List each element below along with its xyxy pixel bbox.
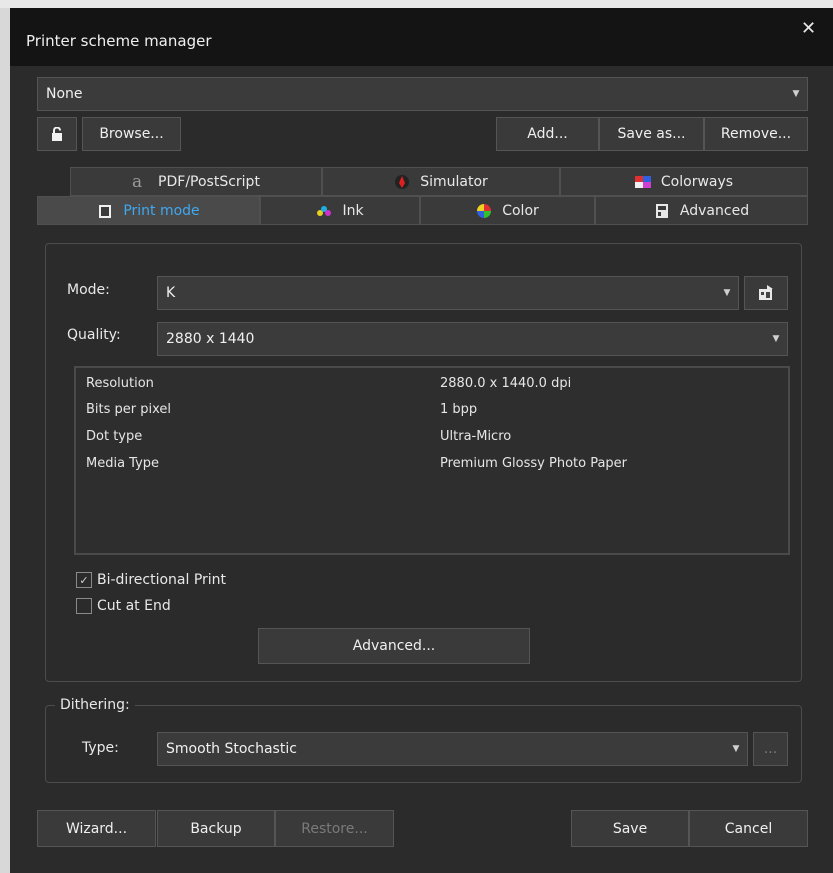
window-title: Printer scheme manager xyxy=(26,32,212,50)
advanced-button[interactable]: Advanced... xyxy=(258,628,530,664)
simulator-icon xyxy=(395,174,410,189)
browse-button[interactable]: Browse... xyxy=(82,117,181,151)
tab-ink[interactable]: Ink xyxy=(260,196,420,225)
info-key-bits: Bits per pixel xyxy=(86,402,172,417)
quality-select[interactable]: 2880 x 1440 ▼ xyxy=(157,322,788,356)
bidirectional-checkbox[interactable]: ✓ Bi-directional Print xyxy=(76,572,226,588)
printer-icon xyxy=(99,204,112,218)
info-key-resolution: Resolution xyxy=(86,376,154,391)
tab-label: Colorways xyxy=(660,173,734,190)
mode-select-value: K xyxy=(166,285,176,301)
chevron-down-icon: ▼ xyxy=(732,744,740,754)
remove-button[interactable]: Remove... xyxy=(704,117,808,151)
backup-button[interactable]: Backup xyxy=(157,810,275,847)
info-key-media: Media Type xyxy=(86,456,160,471)
dithering-type-value: Smooth Stochastic xyxy=(166,741,297,757)
tab-pdf-postscript[interactable]: a PDF/PostScript xyxy=(70,167,322,196)
bidirectional-label: Bi-directional Print xyxy=(97,572,227,588)
add-button[interactable]: Add... xyxy=(496,117,599,151)
chevron-down-icon: ▼ xyxy=(723,288,731,298)
cancel-button[interactable]: Cancel xyxy=(689,810,808,847)
info-value-media: Premium Glossy Photo Paper xyxy=(440,456,628,471)
wizard-button[interactable]: Wizard... xyxy=(37,810,156,847)
advanced-icon xyxy=(655,203,668,218)
tab-label: Print mode xyxy=(123,202,200,219)
properties-icon xyxy=(759,285,773,300)
tab-colorways[interactable]: Colorways xyxy=(560,167,808,196)
dithering-type-select[interactable]: Smooth Stochastic ▼ xyxy=(157,732,748,766)
lock-button[interactable] xyxy=(37,117,77,151)
tab-advanced[interactable]: Advanced xyxy=(595,196,808,225)
quality-label: Quality: xyxy=(67,327,121,343)
checkbox-unchecked-icon xyxy=(76,598,92,614)
tab-label: Color xyxy=(502,202,539,219)
background-window-strip xyxy=(0,0,833,8)
info-value-bits: 1 bpp xyxy=(440,402,478,417)
dithering-type-label: Type: xyxy=(82,740,119,756)
save-as-button[interactable]: Save as... xyxy=(599,117,704,151)
info-value-resolution: 2880.0 x 1440.0 dpi xyxy=(440,376,572,391)
color-wheel-icon xyxy=(477,203,492,218)
mode-info-box xyxy=(74,366,790,555)
mode-label: Mode: xyxy=(67,282,110,298)
tab-label: Ink xyxy=(342,202,364,219)
tab-label: Simulator xyxy=(420,173,488,190)
tab-label: Advanced xyxy=(679,202,750,219)
cut-at-end-checkbox[interactable]: Cut at End xyxy=(76,598,171,614)
close-icon[interactable]: ✕ xyxy=(801,18,816,39)
cut-at-end-label: Cut at End xyxy=(97,598,171,614)
restore-button[interactable]: Restore... xyxy=(275,810,394,847)
tab-label: PDF/PostScript xyxy=(158,173,260,190)
chevron-down-icon: ▼ xyxy=(772,334,780,344)
dithering-group-label: Dithering: xyxy=(55,697,135,713)
scheme-select[interactable]: None ▼ xyxy=(37,77,808,111)
mode-select[interactable]: K ▼ xyxy=(157,276,739,310)
info-key-dot-type: Dot type xyxy=(86,429,143,444)
lock-icon xyxy=(52,127,62,141)
quality-select-value: 2880 x 1440 xyxy=(166,331,255,347)
mode-properties-button[interactable] xyxy=(744,276,788,310)
checkbox-checked-icon: ✓ xyxy=(76,572,92,588)
tab-color[interactable]: Color xyxy=(420,196,595,225)
tab-simulator[interactable]: Simulator xyxy=(322,167,560,196)
tab-print-mode[interactable]: Print mode xyxy=(37,196,260,225)
scheme-select-value: None xyxy=(46,86,83,102)
save-button[interactable]: Save xyxy=(571,810,689,847)
info-value-dot-type: Ultra-Micro xyxy=(440,429,512,444)
pdf-icon: a xyxy=(132,171,143,192)
background-window-edge xyxy=(0,8,10,873)
ink-icon xyxy=(317,205,332,216)
dithering-more-button[interactable]: ... xyxy=(753,732,788,766)
chevron-down-icon: ▼ xyxy=(792,89,800,99)
colorways-icon xyxy=(634,175,651,188)
